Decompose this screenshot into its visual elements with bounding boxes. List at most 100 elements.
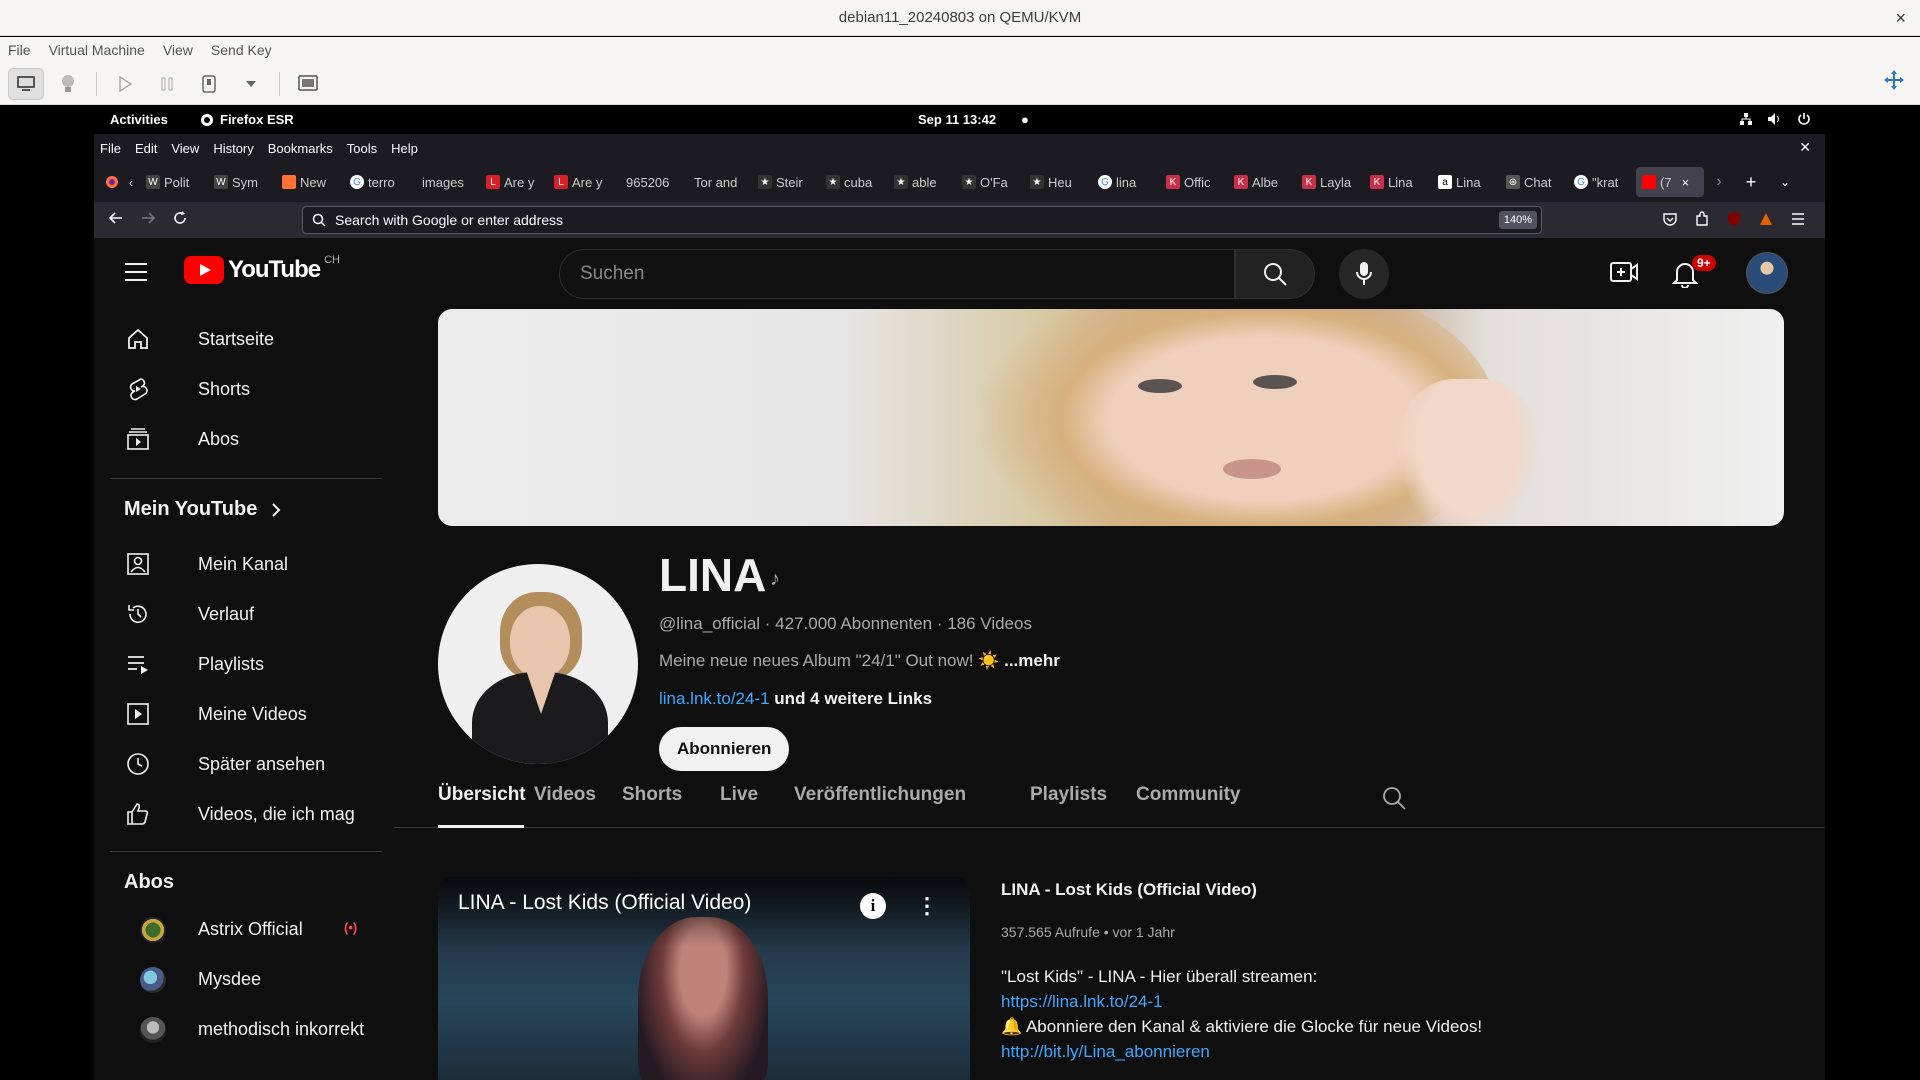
sidebar-item-startseite[interactable]: Startseite [108,316,378,362]
browser-tab[interactable]: ★ cuba [820,167,888,197]
more-links[interactable]: und 4 weitere Links [770,689,932,708]
more-options-icon[interactable]: ⋮ [916,893,938,919]
description-link[interactable]: https://lina.lnk.to/24-1 [1001,992,1163,1012]
featured-video-title[interactable]: LINA - Lost Kids (Official Video) [1001,880,1257,900]
firefox-view-button[interactable] [102,175,122,189]
shutdown-menu-button[interactable] [233,68,269,100]
activities-button[interactable]: Activities [110,112,168,127]
subscription-item[interactable]: Mysdee [108,956,378,1002]
browser-tab[interactable]: K Albe [1228,167,1296,197]
sidebar-item-meine-videos[interactable]: Meine Videos [108,691,378,737]
channel-avatar[interactable] [438,564,638,764]
tab-community[interactable]: Community [1136,784,1241,806]
ff-menu-edit[interactable]: Edit [135,141,157,156]
tab-shorts[interactable]: Shorts [622,784,682,806]
browser-tab[interactable]: images [412,167,480,197]
extension-button[interactable] [1758,211,1774,227]
search-input[interactable] [559,249,1235,299]
sidebar-item-shorts[interactable]: Shorts [108,366,378,412]
console-view-button[interactable] [8,67,44,100]
app-menu[interactable]: Firefox ESR [200,112,294,127]
subscription-item[interactable]: Astrix Official (•) [108,906,378,952]
info-icon[interactable]: i [860,893,886,919]
pocket-button[interactable] [1662,211,1678,227]
ff-menu-history[interactable]: History [213,141,253,156]
channel-search-button[interactable] [1382,786,1406,810]
details-view-button[interactable] [50,68,86,100]
youtube-logo[interactable]: YouTube CH [184,254,340,284]
ublock-button[interactable] [1726,211,1742,227]
browser-tab[interactable]: K Lina [1364,167,1432,197]
channel-link[interactable]: lina.lnk.to/24-1 [659,689,770,708]
browser-tab[interactable]: New [276,167,344,197]
browser-tab[interactable]: G "krat [1568,167,1636,197]
qemu-menu-file[interactable]: File [8,42,31,58]
sidebar-item-abos[interactable]: Abos [108,416,378,462]
browser-tab[interactable]: ★ able [888,167,956,197]
channel-description[interactable]: Meine neue neues Album "24/1" Out now! ☀… [659,651,1060,671]
browser-tab[interactable]: Glina [1092,167,1160,197]
browser-tab[interactable]: Gterro [344,167,412,197]
browser-tab[interactable]: (7 × [1636,167,1704,197]
browser-tab[interactable]: L Are y [548,167,616,197]
browser-tab[interactable]: Tor and [684,167,752,197]
tab-live[interactable]: Live [720,784,758,806]
subscribe-button[interactable]: Abonnieren [659,727,790,771]
ff-menu-bookmarks[interactable]: Bookmarks [268,141,333,156]
browser-tab[interactable]: K Offic [1160,167,1228,197]
description-link[interactable]: http://bit.ly/Lina_abonnieren [1001,1042,1210,1062]
app-menu-button[interactable] [1790,211,1806,227]
browser-tab[interactable]: ★ Heu [1024,167,1092,197]
browser-tab[interactable]: a Lina [1432,167,1500,197]
featured-video-player[interactable]: LINA - Lost Kids (Official Video) i ⋮ [438,877,970,1080]
ff-menu-file[interactable]: File [100,141,121,156]
browser-tab[interactable]: W Polit [140,167,208,197]
tabs-scroll-left-icon[interactable]: ‹ [122,175,140,190]
browser-tab[interactable]: K Layla [1296,167,1364,197]
ff-menu-tools[interactable]: Tools [347,141,377,156]
reload-button[interactable] [172,210,188,226]
zoom-indicator[interactable]: 140% [1498,211,1537,229]
browser-tab[interactable]: ★ Steir [752,167,820,197]
tab-uebersicht[interactable]: Übersicht [438,784,526,806]
back-button[interactable] [108,210,124,226]
sidebar-item-spaeter-ansehen[interactable]: Später ansehen [108,741,378,787]
window-close-button[interactable]: × [1895,0,1906,36]
create-button[interactable] [1610,260,1638,284]
browser-tab[interactable]: ⊛ Chat [1500,167,1568,197]
browser-tab[interactable]: W Sym [208,167,276,197]
fullscreen-button[interactable] [1882,68,1906,92]
run-button[interactable] [107,68,143,100]
tab-close-icon[interactable]: × [1682,175,1690,190]
mein-youtube-heading[interactable]: Mein YouTube [124,498,281,521]
tab-playlists[interactable]: Playlists [1030,784,1107,806]
list-all-tabs-icon[interactable]: ⌄ [1768,175,1802,189]
sidebar-item-mein-kanal[interactable]: Mein Kanal [108,541,378,587]
tab-videos[interactable]: Videos [534,784,596,806]
clock[interactable]: Sep 11 13:42 [918,112,996,127]
player-title[interactable]: LINA - Lost Kids (Official Video) [458,891,751,915]
subscription-item[interactable]: methodisch inkorrekt [108,1006,378,1052]
sidebar-item-liked-videos[interactable]: Videos, die ich mag [108,791,378,837]
browser-tab[interactable]: 965206 [616,167,684,197]
firefox-close-button[interactable]: ✕ [1799,139,1811,156]
pause-button[interactable] [149,68,185,100]
voice-search-button[interactable] [1339,249,1389,299]
search-button[interactable] [1235,249,1315,299]
qemu-menu-send-key[interactable]: Send Key [211,42,272,58]
shutdown-button[interactable] [191,68,227,100]
snapshots-button[interactable] [290,68,326,100]
ff-menu-help[interactable]: Help [391,141,418,156]
ff-menu-view[interactable]: View [171,141,199,156]
account-avatar[interactable] [1746,252,1788,294]
system-tray[interactable] [1739,112,1811,126]
tabs-scroll-right-icon[interactable]: › [1704,173,1734,191]
tab-veroeffentlichungen[interactable]: Veröffentlichungen [794,784,966,806]
browser-tab[interactable]: ★ O'Fa [956,167,1024,197]
extensions-button[interactable] [1694,211,1710,227]
qemu-menu-virtual-machine[interactable]: Virtual Machine [49,42,145,58]
sidebar-item-playlists[interactable]: Playlists [108,641,378,687]
more-link[interactable]: ...mehr [1004,651,1060,670]
forward-button[interactable] [140,210,156,226]
new-tab-button[interactable]: + [1734,172,1768,193]
